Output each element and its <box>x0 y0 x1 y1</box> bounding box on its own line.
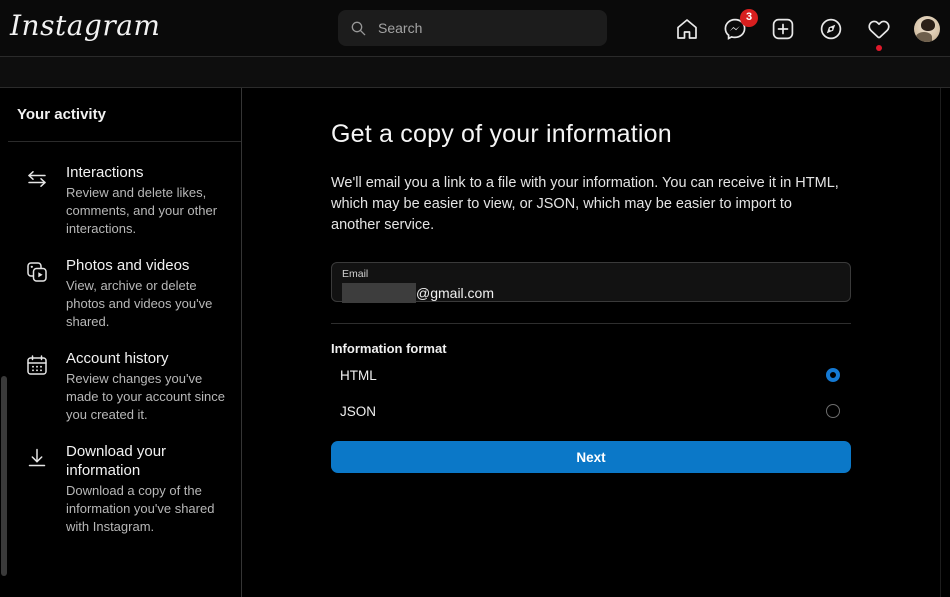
redacted-email-block <box>342 283 416 303</box>
sidebar-title: Your activity <box>17 106 106 123</box>
home-icon[interactable] <box>674 16 700 42</box>
main-content: Get a copy of your information We'll ema… <box>243 88 950 597</box>
section-divider <box>331 323 851 324</box>
window-right-edge <box>940 88 941 597</box>
sidebar-item-text: Download your information Download a cop… <box>66 442 227 536</box>
next-button[interactable]: Next <box>331 441 851 473</box>
instagram-logo[interactable]: Instagram <box>10 9 160 42</box>
format-option-html-label: HTML <box>331 368 377 383</box>
search-input[interactable] <box>378 20 578 36</box>
sidebar-item-title: Account history <box>66 349 227 368</box>
photos-videos-icon <box>24 259 50 285</box>
format-option-json[interactable]: JSON <box>331 394 851 428</box>
nav-icon-group: 3 <box>674 0 940 57</box>
email-field-value: @gmail.com <box>342 283 494 303</box>
radio-json[interactable] <box>826 404 840 418</box>
sidebar-item-list: Interactions Review and delete likes, co… <box>8 142 241 545</box>
page-title: Get a copy of your information <box>331 120 851 149</box>
sidebar-item-title: Download your information <box>66 442 227 480</box>
messenger-icon[interactable]: 3 <box>722 16 748 42</box>
email-field[interactable]: Email @gmail.com <box>331 262 851 302</box>
sidebar-item-text: Account history Review changes you've ma… <box>66 349 227 424</box>
sidebar-item-desc: Review and delete likes, comments, and y… <box>66 184 227 238</box>
messenger-badge: 3 <box>740 9 758 27</box>
notification-dot <box>876 45 882 51</box>
sidebar-item-desc: Download a copy of the information you'v… <box>66 482 227 536</box>
sidebar-item-download-your-information[interactable]: Download your information Download a cop… <box>8 433 241 545</box>
sidebar-item-photos-and-videos[interactable]: Photos and videos View, archive or delet… <box>8 247 241 340</box>
sidebar-item-title: Interactions <box>66 163 227 182</box>
download-icon <box>24 445 50 471</box>
format-option-html[interactable]: HTML <box>331 358 851 392</box>
scrollbar-thumb[interactable] <box>1 376 7 576</box>
search-icon <box>350 20 366 36</box>
explore-icon[interactable] <box>818 16 844 42</box>
heart-icon[interactable] <box>866 16 892 42</box>
page-description: We'll email you a link to a file with yo… <box>331 173 844 236</box>
sidebar-item-title: Photos and videos <box>66 256 227 275</box>
sidebar-header: Your activity <box>8 88 241 142</box>
format-option-json-label: JSON <box>331 404 376 419</box>
email-field-label: Email <box>342 268 368 280</box>
sidebar-item-text: Interactions Review and delete likes, co… <box>66 163 227 238</box>
page-body: Your activity Interactions Review and de… <box>0 88 950 597</box>
secondary-bar <box>0 57 950 88</box>
email-domain-text: @gmail.com <box>416 283 494 303</box>
your-activity-sidebar: Your activity Interactions Review and de… <box>8 88 242 597</box>
sidebar-item-desc: View, archive or delete photos and video… <box>66 277 227 331</box>
sidebar-item-interactions[interactable]: Interactions Review and delete likes, co… <box>8 154 241 247</box>
vertical-scrollbar[interactable] <box>0 88 8 597</box>
create-icon[interactable] <box>770 16 796 42</box>
avatar[interactable] <box>914 16 940 42</box>
content-inner: Get a copy of your information We'll ema… <box>331 88 851 473</box>
sidebar-item-text: Photos and videos View, archive or delet… <box>66 256 227 331</box>
top-navigation-bar: Instagram 3 <box>0 0 950 57</box>
search-box[interactable] <box>338 10 607 46</box>
sidebar-item-desc: Review changes you've made to your accou… <box>66 370 227 424</box>
information-format-label: Information format <box>331 341 851 356</box>
radio-html[interactable] <box>826 368 840 382</box>
sidebar-item-account-history[interactable]: Account history Review changes you've ma… <box>8 340 241 433</box>
calendar-icon <box>24 352 50 378</box>
two-way-arrows-icon <box>24 166 50 192</box>
